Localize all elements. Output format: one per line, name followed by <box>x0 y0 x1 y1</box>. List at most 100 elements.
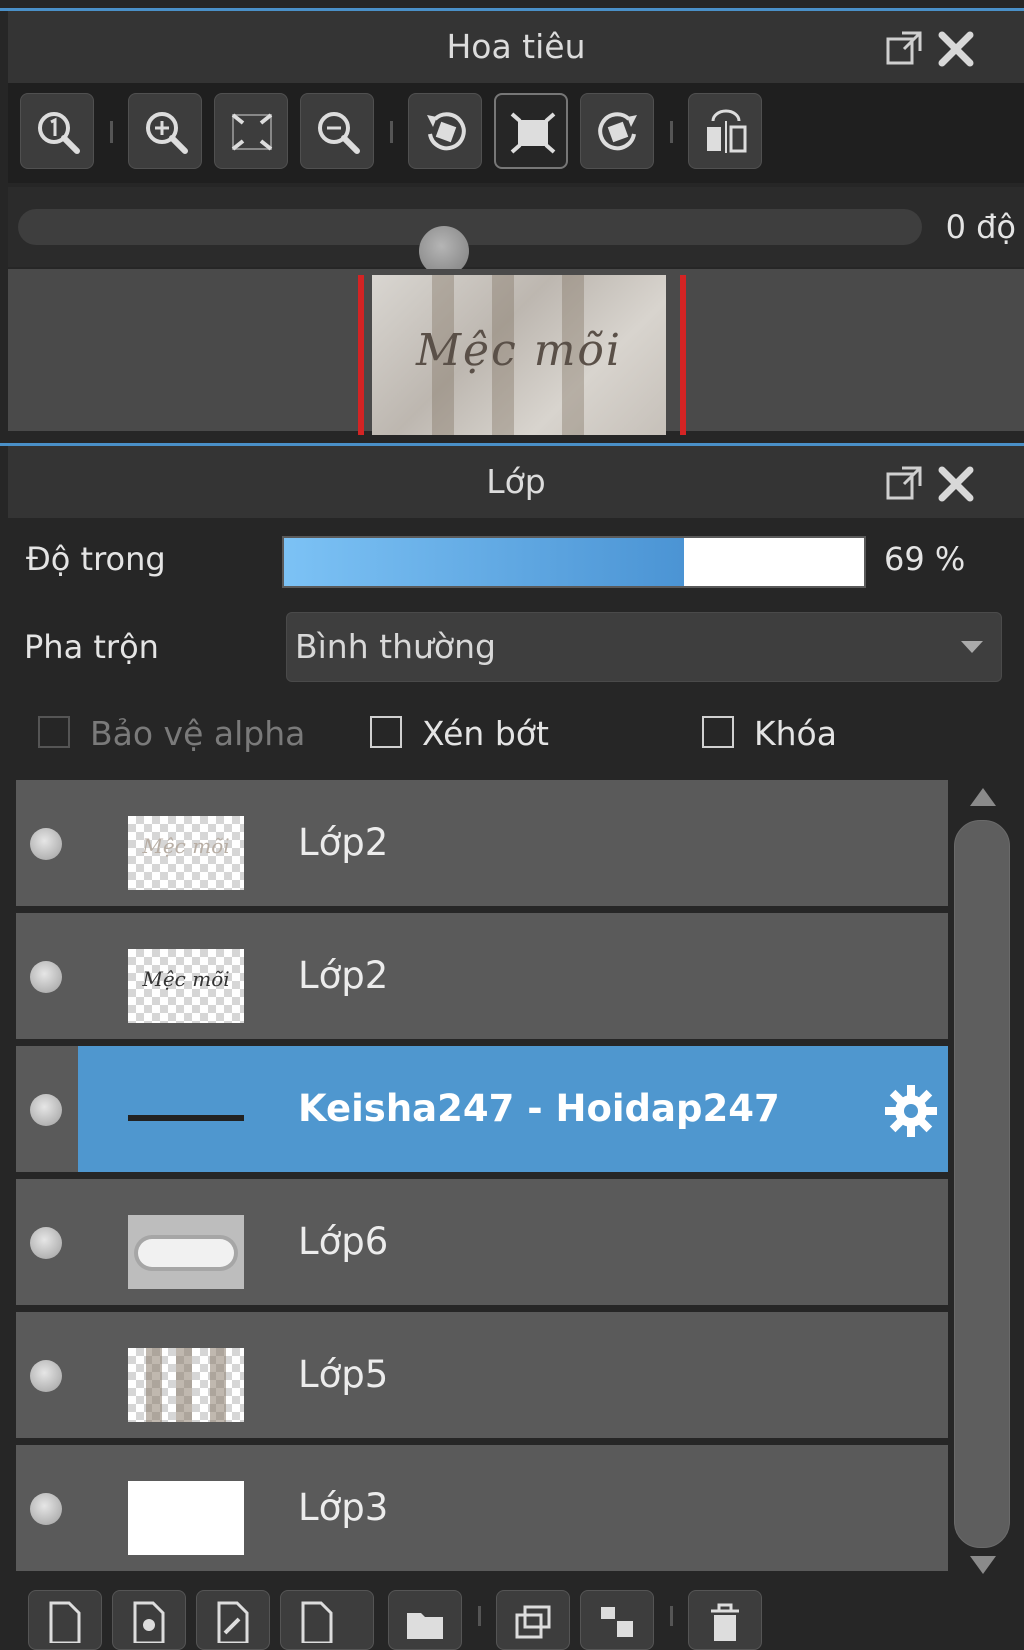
thumb-line <box>128 1115 244 1121</box>
flip-icon <box>707 109 747 153</box>
layer-name: Lớp5 <box>298 1353 389 1396</box>
navigator-title: Hoa tiêu <box>446 27 586 66</box>
fit-screen-button[interactable] <box>214 93 288 169</box>
rotate-right-button[interactable] <box>580 93 654 169</box>
layer-row[interactable]: Lớp5 <box>16 1312 948 1442</box>
layer-row[interactable]: Mệc mõi Lớp2 <box>16 780 948 910</box>
chevron-down-icon <box>961 641 983 653</box>
layer-type-dropdown[interactable] <box>280 1590 374 1650</box>
blend-mode-select[interactable]: Bình thường <box>286 612 1002 682</box>
toolbar-separator <box>670 121 673 143</box>
page-gear-icon <box>133 1601 165 1643</box>
blend-mode-value: Bình thường <box>295 627 496 666</box>
scrollbar-thumb[interactable] <box>954 820 1010 1548</box>
close-icon[interactable] <box>936 29 976 69</box>
zoom-out-button[interactable] <box>300 93 374 169</box>
layer-name: Lớp3 <box>298 1486 389 1529</box>
layer-row-selected[interactable]: Keisha247 - Hoidap247 <box>16 1046 948 1176</box>
protect-alpha-checkbox[interactable] <box>38 716 70 748</box>
layer-thumbnail: Mệc mõi <box>128 949 244 1023</box>
view-frame-right <box>680 275 686 435</box>
zoom-actual-button[interactable] <box>20 93 94 169</box>
rotation-row: 0 độ <box>8 187 1024 276</box>
rotate-left-icon <box>427 112 466 151</box>
layer-row[interactable]: Lớp3 <box>16 1445 948 1575</box>
new-layer-button[interactable] <box>28 1590 102 1650</box>
thumb-text: Mệc mõi <box>142 834 230 858</box>
folder-icon <box>407 1613 443 1639</box>
layer-thumbnail <box>128 1348 244 1422</box>
layer-scrollbar[interactable] <box>950 780 1014 1576</box>
visibility-toggle[interactable] <box>30 1094 62 1126</box>
fit-canvas-button[interactable] <box>494 93 568 169</box>
visibility-toggle[interactable] <box>30 1360 62 1392</box>
popout-icon[interactable] <box>884 29 924 69</box>
merge-icon <box>601 1607 633 1637</box>
zoom-in-icon <box>146 112 188 154</box>
lock-checkbox[interactable] <box>702 716 734 748</box>
delete-layer-button[interactable] <box>688 1590 762 1650</box>
navigator-toolbar <box>8 83 1024 183</box>
opacity-label: Độ trong <box>26 540 166 578</box>
layer-row[interactable]: Lớp6 <box>16 1179 948 1309</box>
copy-layer-button[interactable] <box>496 1590 570 1650</box>
layer-name: Lớp2 <box>298 954 389 997</box>
page-dropdown-icon <box>301 1601 333 1643</box>
navigator-preview[interactable]: Mệc mõi <box>8 269 1024 435</box>
trash-icon <box>711 1603 739 1641</box>
scroll-up-icon[interactable] <box>970 788 996 806</box>
zoom-out-icon <box>318 112 360 154</box>
visibility-toggle[interactable] <box>30 1227 62 1259</box>
new-folder-button[interactable] <box>388 1590 462 1650</box>
layer-name: Keisha247 - Hoidap247 <box>298 1087 780 1130</box>
clip-label: Xén bớt <box>422 714 549 753</box>
page-edit-icon <box>217 1601 249 1643</box>
rotate-left-button[interactable] <box>408 93 482 169</box>
fit-screen-icon <box>231 113 273 151</box>
layer-name: Lớp6 <box>298 1220 389 1263</box>
new-layer-settings-button[interactable] <box>112 1590 186 1650</box>
toolbar-separator <box>478 1606 481 1626</box>
thumb-text: Mệc mõi <box>142 967 230 991</box>
toolbar-separator <box>670 1606 673 1626</box>
rotation-slider[interactable] <box>18 209 922 276</box>
layer-thumbnail <box>128 1481 244 1555</box>
copy-icon <box>515 1605 551 1639</box>
canvas-thumbnail: Mệc mõi <box>372 275 666 435</box>
close-icon[interactable] <box>936 464 976 504</box>
rotate-right-icon <box>598 112 637 151</box>
duplicate-layer-button[interactable] <box>196 1590 270 1650</box>
zoom-1-icon <box>38 112 80 154</box>
layer-row[interactable]: Mệc mõi Lớp2 <box>16 913 948 1043</box>
thumb-cloud <box>138 1239 234 1267</box>
toolbar-separator <box>390 121 393 143</box>
protect-alpha-label: Bảo vệ alpha <box>90 714 306 753</box>
layer-name: Lớp2 <box>298 821 389 864</box>
view-frame-left <box>358 275 364 435</box>
visibility-toggle[interactable] <box>30 828 62 860</box>
toolbar-separator <box>110 121 113 143</box>
opacity-value: 69 % <box>884 540 966 578</box>
popout-icon[interactable] <box>884 464 924 504</box>
flip-button[interactable] <box>688 93 762 169</box>
lock-label: Khóa <box>754 714 837 753</box>
layer-list: Mệc mõi Lớp2 Mệc mõi Lớp2 Keisha247 - Ho… <box>16 780 948 1576</box>
navigator-header: Hoa tiêu <box>8 11 1024 83</box>
layers-header: Lớp <box>8 446 1024 518</box>
visibility-toggle[interactable] <box>30 961 62 993</box>
opacity-fill <box>284 538 685 586</box>
new-page-icon <box>49 1601 81 1643</box>
gear-icon[interactable] <box>882 1082 940 1140</box>
layer-thumbnail: Mệc mõi <box>128 816 244 890</box>
layers-title: Lớp <box>486 462 546 501</box>
merge-layer-button[interactable] <box>580 1590 654 1650</box>
fit-canvas-icon <box>510 112 556 154</box>
layer-thumbnail <box>128 1082 244 1156</box>
layer-thumbnail <box>128 1215 244 1289</box>
scroll-down-icon[interactable] <box>970 1556 996 1574</box>
rotation-value: 0 độ <box>945 208 1016 246</box>
clip-checkbox[interactable] <box>370 716 402 748</box>
zoom-in-button[interactable] <box>128 93 202 169</box>
visibility-toggle[interactable] <box>30 1493 62 1525</box>
opacity-slider[interactable] <box>282 536 866 588</box>
